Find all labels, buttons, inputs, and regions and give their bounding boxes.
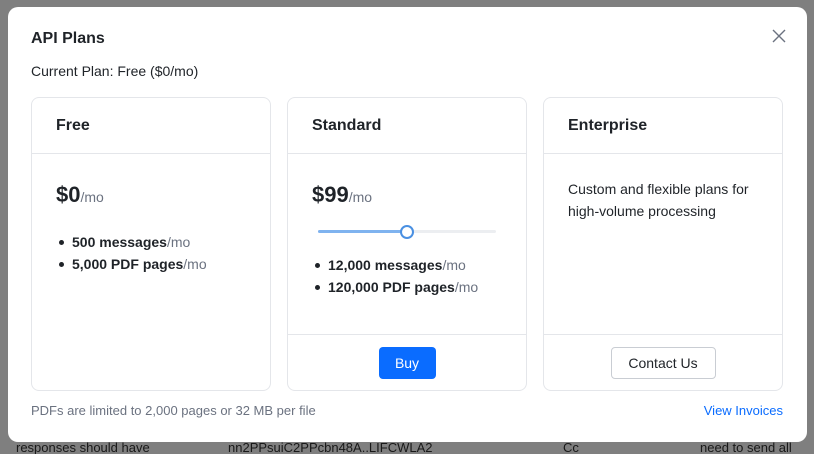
feature-list: 12,000 messages/mo 120,000 PDF pages/mo [312, 254, 478, 298]
price-row: $99/mo [312, 182, 372, 208]
feature-unit: /mo [166, 234, 191, 250]
pdf-limit-note: PDFs are limited to 2,000 pages or 32 MB… [31, 403, 316, 418]
feature-item: 120,000 PDF pages/mo [312, 276, 478, 298]
plan-description: Custom and flexible plans for high-volum… [568, 181, 749, 219]
feature-item: 5,000 PDF pages/mo [56, 253, 207, 275]
buy-button[interactable]: Buy [378, 346, 436, 379]
plan-price: $0 [56, 182, 81, 207]
view-invoices-link[interactable]: View Invoices [704, 403, 783, 418]
plan-name: Free [32, 98, 270, 154]
card-footer: Buy [288, 334, 526, 390]
feature-quantity: 500 messages [72, 234, 167, 250]
feature-unit: /mo [183, 256, 207, 272]
close-button[interactable] [768, 25, 790, 47]
feature-quantity: 5,000 PDF pages [72, 256, 184, 272]
slider-thumb[interactable] [400, 225, 414, 239]
feature-unit: /mo [454, 279, 479, 295]
api-plans-modal: API Plans Current Plan: Free ($0/mo) Fre… [8, 7, 807, 442]
price-period: /mo [80, 189, 104, 205]
plan-price: $99 [312, 182, 349, 207]
contact-us-button[interactable]: Contact Us [610, 346, 716, 379]
price-row: $0/mo [56, 182, 104, 208]
feature-item: 12,000 messages/mo [312, 254, 478, 276]
feature-list: 500 messages/mo 5,000 PDF pages/mo [56, 231, 207, 275]
plan-card-free: Free $0/mo 500 messages/mo 5,000 PDF pag… [31, 97, 271, 391]
price-period: /mo [348, 189, 373, 205]
plan-name: Standard [288, 98, 526, 154]
close-x-icon [772, 29, 786, 43]
plan-card-enterprise: Enterprise Custom and flexible plans for… [543, 97, 783, 391]
feature-quantity: 12,000 messages [328, 257, 443, 273]
modal-title: API Plans [31, 30, 105, 47]
feature-quantity: 120,000 PDF pages [328, 279, 455, 295]
plan-name: Enterprise [544, 98, 782, 154]
plan-card-standard: Standard $99/mo 12,000 messages/mo 120,0… [287, 97, 527, 391]
feature-item: 500 messages/mo [56, 231, 207, 253]
usage-slider[interactable] [318, 223, 496, 241]
current-plan-label: Current Plan: Free ($0/mo) [31, 63, 199, 79]
card-footer: Contact Us [544, 334, 782, 390]
slider-fill [318, 230, 407, 233]
feature-unit: /mo [442, 257, 466, 273]
